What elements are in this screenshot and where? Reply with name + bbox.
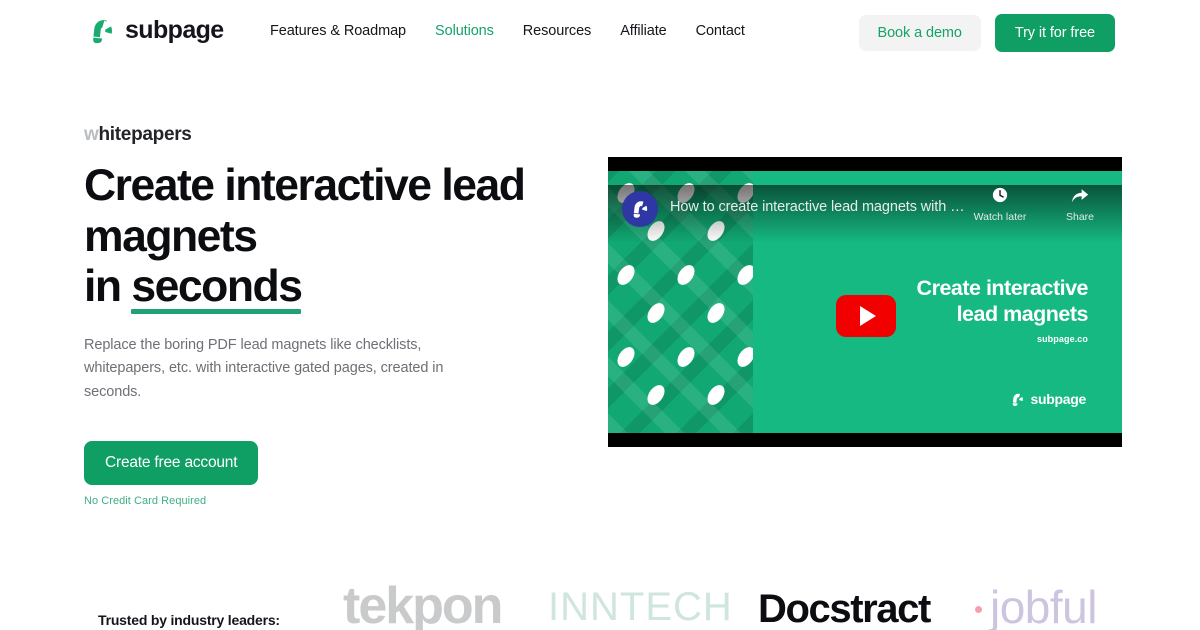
magnet-icon: [93, 19, 113, 43]
site-header: subpage Features & Roadmap Solutions Res…: [0, 0, 1200, 66]
channel-avatar[interactable]: [622, 191, 658, 227]
logo-jobful-text: jobful: [990, 581, 1097, 630]
watch-later-label: Watch later: [973, 211, 1027, 223]
headline-line-1: Create interactive lead: [84, 160, 526, 210]
trusted-label: Trusted by industry leaders:: [98, 612, 280, 628]
logo-docstract: Docstract: [758, 587, 931, 630]
play-triangle-icon: [860, 306, 876, 326]
nav-item-affiliate[interactable]: Affiliate: [620, 23, 666, 39]
share-button[interactable]: Share: [1052, 183, 1108, 225]
hero-eyebrow: whitepapers: [84, 124, 554, 147]
share-arrow-icon: [1052, 183, 1108, 207]
logo-inntech: INNTECH: [548, 585, 733, 629]
youtube-play-icon[interactable]: [836, 295, 896, 337]
thumbnail-site-url: subpage.co: [1036, 334, 1088, 344]
hero-cta-group: Create free account No Credit Card Requi…: [84, 441, 554, 507]
video-title[interactable]: How to create interactive lead magnets w…: [670, 199, 965, 215]
video-thumbnail: Create interactive lead magnets subpage.…: [608, 171, 1122, 433]
brand-logo[interactable]: subpage: [88, 16, 224, 45]
cta-note: No Credit Card Required: [84, 495, 207, 508]
video-actions: Watch later Share: [972, 183, 1108, 225]
headline-line-2: magnets: [84, 211, 258, 261]
page-title: Create interactive lead magnets in secon…: [84, 160, 554, 314]
nav-item-resources[interactable]: Resources: [523, 23, 592, 39]
hero-subtitle: Replace the boring PDF lead magnets like…: [84, 334, 504, 404]
thumbnail-heading-line-1: Create interactive: [916, 276, 1089, 300]
logo-tekpon: tekpon: [343, 577, 503, 630]
thumbnail-brand-name: subpage: [1030, 391, 1087, 407]
hero-eyebrow-rest: hitepapers: [98, 124, 192, 145]
header-actions: Book a demo Try it for free: [858, 14, 1115, 52]
nav-item-contact[interactable]: Contact: [696, 23, 745, 39]
headline-underlined-word: seconds: [131, 262, 303, 314]
thumbnail-heading-line-2: lead magnets: [956, 301, 1089, 326]
try-free-button[interactable]: Try it for free: [994, 14, 1115, 52]
hero-eyebrow-first-char: w: [84, 124, 99, 145]
hero-content: whitepapers Create interactive lead magn…: [84, 124, 554, 507]
clock-icon: [972, 183, 1028, 207]
magnet-icon: [633, 201, 648, 218]
trusted-logos-strip: Trusted by industry leaders: tekpon INNT…: [0, 560, 1200, 630]
book-demo-button[interactable]: Book a demo: [858, 15, 981, 51]
thumbnail-heading: Create interactive lead magnets: [870, 276, 1089, 328]
nav-item-solutions[interactable]: Solutions: [435, 23, 494, 39]
landing-page: subpage Features & Roadmap Solutions Res…: [0, 0, 1200, 630]
video-player[interactable]: Create interactive lead magnets subpage.…: [608, 157, 1122, 447]
jobful-dot-icon: [975, 605, 982, 613]
headline-line-3-prefix: in: [84, 262, 132, 312]
nav-item-features-roadmap[interactable]: Features & Roadmap: [270, 23, 406, 39]
brand-name: subpage: [125, 16, 224, 44]
magnet-icon: [1012, 393, 1023, 406]
create-free-account-button[interactable]: Create free account: [84, 441, 259, 486]
share-label: Share: [1065, 211, 1095, 223]
logo-jobful: jobful: [975, 580, 1097, 630]
main-navigation: Features & Roadmap Solutions Resources A…: [270, 23, 745, 39]
thumbnail-brand: subpage: [1010, 391, 1086, 407]
watch-later-button[interactable]: Watch later: [972, 183, 1028, 225]
